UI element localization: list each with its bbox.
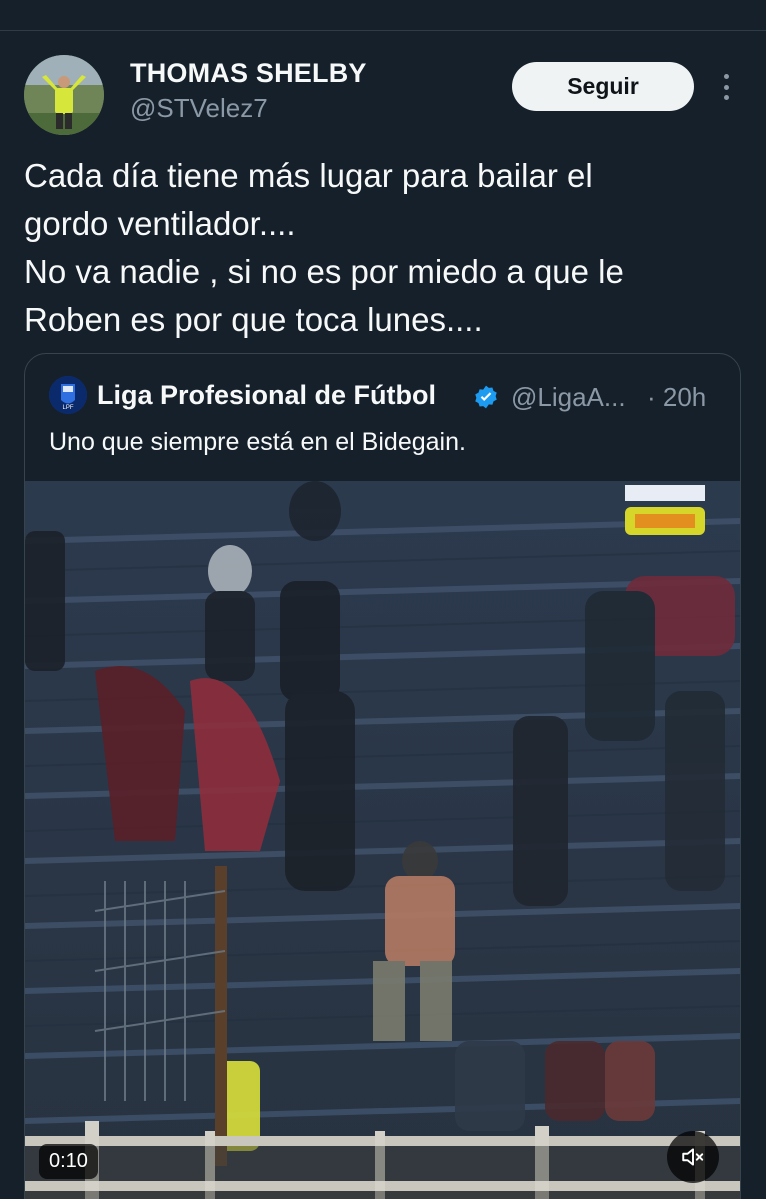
tweet-text-line: Cada día tiene más lugar para bailar el (24, 157, 593, 194)
tweet-text-line: No va nadie , si no es por miedo a que l… (24, 253, 624, 290)
top-divider (0, 30, 766, 31)
avatar[interactable] (24, 55, 104, 135)
author-display-name[interactable]: THOMAS SHELBY (130, 58, 367, 89)
more-options-icon[interactable] (716, 70, 736, 104)
author-handle[interactable]: @STVelez7 (130, 93, 268, 124)
video-duration: 0:10 (39, 1144, 98, 1179)
quoted-handle[interactable]: @LigaA... (511, 382, 626, 413)
quoted-display-name[interactable]: Liga Profesional de Fútbol (97, 380, 436, 411)
quoted-timestamp[interactable]: · 20h (647, 382, 706, 413)
verified-badge-icon (475, 385, 497, 409)
video-frame (25, 481, 740, 1199)
quoted-avatar[interactable]: LPF (49, 376, 87, 414)
quoted-tweet-text: Uno que siempre está en el Bidegain. (49, 428, 466, 456)
tweet-text-line: gordo ventilador.... (24, 205, 296, 242)
volume-muted-icon[interactable] (667, 1131, 719, 1183)
tweet-screen: THOMAS SHELBY @STVelez7 Seguir Cada día … (0, 0, 766, 1199)
tweet-text-line: Roben es por que toca lunes.... (24, 301, 483, 338)
quoted-tweet-card[interactable]: LPF Liga Profesional de Fútbol @LigaA...… (24, 353, 741, 1199)
follow-button[interactable]: Seguir (512, 62, 694, 111)
tweet-text: Cada día tiene más lugar para bailar el … (24, 152, 744, 344)
video-player[interactable]: 0:10 (25, 481, 740, 1199)
svg-text:LPF: LPF (62, 405, 73, 411)
